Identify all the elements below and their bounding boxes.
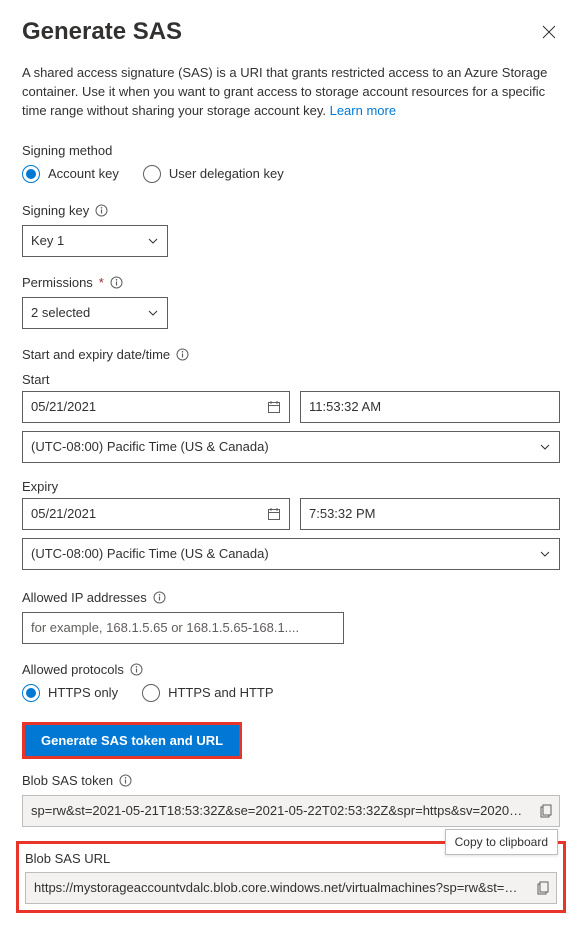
start-date-input[interactable]: 05/21/2021 <box>22 391 290 423</box>
close-icon[interactable] <box>538 21 560 43</box>
page-title: Generate SAS <box>22 18 182 46</box>
expiry-label: Expiry <box>22 479 58 494</box>
expiry-time-input[interactable]: 7:53:32 PM <box>300 498 560 530</box>
info-icon[interactable] <box>176 348 189 361</box>
info-icon[interactable] <box>153 591 166 604</box>
sas-url-output[interactable]: https://mystorageaccountvdalc.blob.core.… <box>25 872 557 904</box>
start-label: Start <box>22 372 49 387</box>
sas-url-label: Blob SAS URL <box>25 851 110 866</box>
expiry-date-input[interactable]: 05/21/2021 <box>22 498 290 530</box>
required-indicator: * <box>99 275 104 290</box>
radio-https-and-http[interactable]: HTTPS and HTTP <box>142 684 273 702</box>
info-icon[interactable] <box>119 774 132 787</box>
copy-icon[interactable] <box>540 804 554 818</box>
start-timezone-select[interactable]: (UTC-08:00) Pacific Time (US & Canada) <box>22 431 560 463</box>
chevron-down-icon <box>147 307 159 319</box>
copy-tooltip: Copy to clipboard <box>445 829 558 855</box>
signing-key-label: Signing key <box>22 203 89 218</box>
allowed-protocols-group: HTTPS only HTTPS and HTTP <box>22 684 560 702</box>
radio-icon <box>22 684 40 702</box>
signing-method-group: Account key User delegation key <box>22 165 560 183</box>
copy-icon[interactable] <box>537 881 551 895</box>
generate-button-highlight: Generate SAS token and URL <box>22 722 242 759</box>
chevron-down-icon <box>539 441 551 453</box>
description-text: A shared access signature (SAS) is a URI… <box>22 64 560 121</box>
expiry-timezone-select[interactable]: (UTC-08:00) Pacific Time (US & Canada) <box>22 538 560 570</box>
calendar-icon <box>267 400 281 414</box>
allowed-ip-label: Allowed IP addresses <box>22 590 147 605</box>
radio-icon <box>22 165 40 183</box>
radio-icon <box>142 684 160 702</box>
signing-method-label: Signing method <box>22 143 560 158</box>
chevron-down-icon <box>539 548 551 560</box>
info-icon[interactable] <box>130 663 143 676</box>
chevron-down-icon <box>147 235 159 247</box>
generate-sas-button[interactable]: Generate SAS token and URL <box>25 725 239 756</box>
info-icon[interactable] <box>110 276 123 289</box>
info-icon[interactable] <box>95 204 108 217</box>
datetime-section-label: Start and expiry date/time <box>22 347 170 362</box>
radio-https-only[interactable]: HTTPS only <box>22 684 118 702</box>
allowed-ip-input[interactable]: for example, 168.1.5.65 or 168.1.5.65-16… <box>22 612 344 644</box>
learn-more-link[interactable]: Learn more <box>330 103 396 118</box>
permissions-select[interactable]: 2 selected <box>22 297 168 329</box>
sas-token-output[interactable]: sp=rw&st=2021-05-21T18:53:32Z&se=2021-05… <box>22 795 560 827</box>
radio-icon <box>143 165 161 183</box>
allowed-protocols-label: Allowed protocols <box>22 662 124 677</box>
permissions-label: Permissions <box>22 275 93 290</box>
radio-account-key[interactable]: Account key <box>22 165 119 183</box>
radio-user-delegation-key[interactable]: User delegation key <box>143 165 284 183</box>
sas-token-label: Blob SAS token <box>22 773 113 788</box>
sas-url-highlight: Copy to clipboard Blob SAS URL https://m… <box>16 841 566 913</box>
calendar-icon <box>267 507 281 521</box>
signing-key-select[interactable]: Key 1 <box>22 225 168 257</box>
start-time-input[interactable]: 11:53:32 AM <box>300 391 560 423</box>
